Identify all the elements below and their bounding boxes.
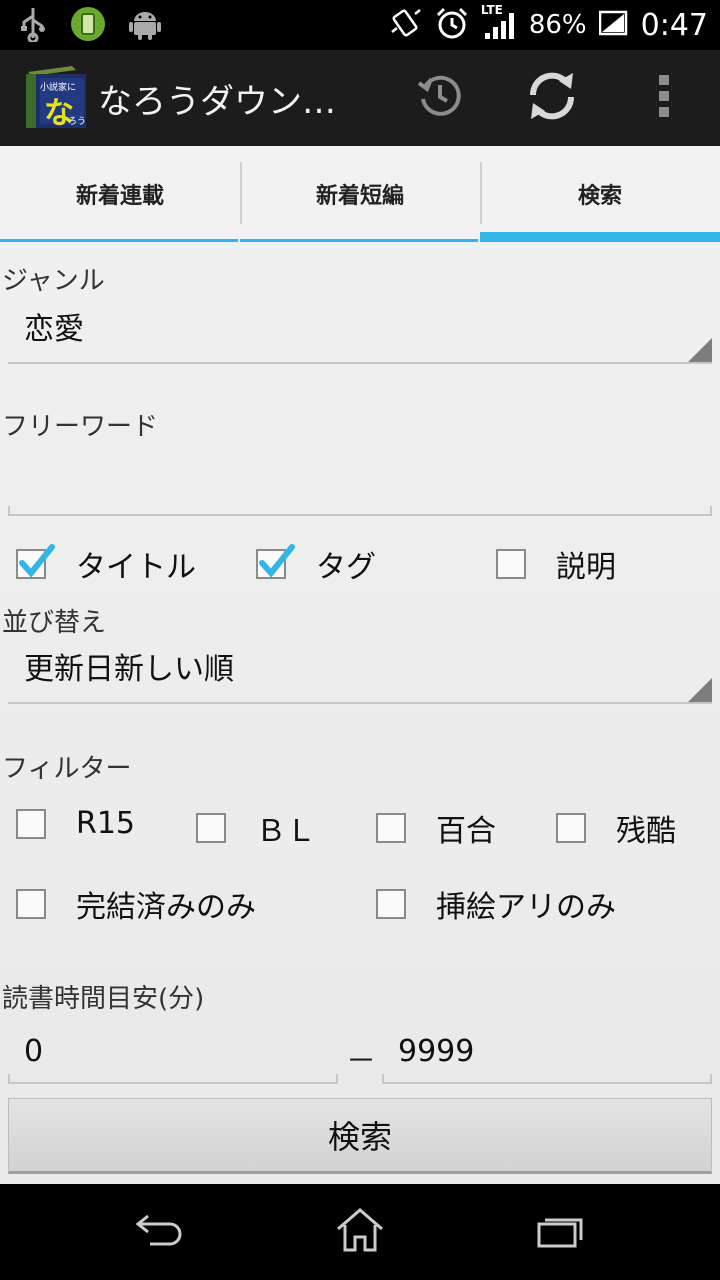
recent-apps-button[interactable] bbox=[500, 1184, 620, 1280]
checkbox-box[interactable] bbox=[556, 813, 586, 843]
status-bar: LTE 86% 0:47 bbox=[0, 0, 720, 50]
navigation-bar bbox=[0, 1184, 720, 1280]
history-button[interactable] bbox=[392, 50, 488, 146]
search-button[interactable]: 検索 bbox=[8, 1098, 712, 1174]
android-icon bbox=[128, 7, 162, 45]
app-logo-text-sub: ろう bbox=[68, 117, 87, 127]
more-vertical-icon bbox=[657, 73, 671, 123]
action-bar: 小説家に な ろう なろうダウン… bbox=[0, 50, 720, 146]
app-title: なろうダウン… bbox=[98, 82, 336, 122]
dropdown-triangle-icon bbox=[688, 338, 712, 362]
battery-percent: 86% bbox=[528, 10, 587, 40]
back-button[interactable] bbox=[100, 1184, 220, 1280]
checkbox-box[interactable] bbox=[16, 808, 46, 839]
freeword-input[interactable] bbox=[8, 452, 712, 516]
range-separator: － bbox=[346, 1044, 376, 1079]
tab-label: 検索 bbox=[577, 184, 622, 209]
app-notification-icon bbox=[70, 6, 106, 46]
filter-cruel[interactable]: 残酷 bbox=[556, 806, 676, 850]
checkbox-box[interactable] bbox=[256, 544, 295, 579]
battery-icon bbox=[598, 10, 629, 40]
home-button[interactable] bbox=[300, 1184, 420, 1280]
reading-time-min-input[interactable]: 0 bbox=[8, 1020, 338, 1084]
usb-icon bbox=[18, 6, 48, 46]
tab-label: 新着連載 bbox=[75, 184, 164, 209]
filter-r15[interactable]: R15 bbox=[16, 806, 135, 841]
checkbox-description[interactable]: 説明 bbox=[496, 542, 616, 586]
checkbox-box[interactable] bbox=[16, 889, 46, 919]
back-icon bbox=[134, 1210, 186, 1254]
reading-time-max-input[interactable]: 9999 bbox=[382, 1020, 712, 1084]
refresh-icon bbox=[525, 69, 579, 127]
genre-spinner[interactable]: 恋愛 bbox=[8, 292, 712, 364]
alarm-icon bbox=[435, 6, 469, 44]
tab-search[interactable]: 検索 bbox=[480, 146, 720, 242]
checkbox-title[interactable]: タイトル bbox=[16, 542, 196, 586]
checkbox-tag[interactable]: タグ bbox=[256, 542, 376, 586]
genre-value: 恋愛 bbox=[24, 312, 84, 347]
clock: 0:47 bbox=[640, 7, 708, 43]
recent-apps-icon bbox=[535, 1210, 585, 1254]
tab-bar: 新着連載 新着短編 検索 bbox=[0, 146, 720, 242]
filter-label: フィルター bbox=[2, 754, 132, 784]
checkbox-box[interactable] bbox=[196, 813, 226, 843]
tab-label: 新着短編 bbox=[315, 184, 404, 209]
checkbox-box[interactable] bbox=[376, 889, 406, 919]
freeword-label: フリーワード bbox=[2, 412, 159, 442]
app-logo[interactable]: 小説家に な ろう bbox=[22, 66, 88, 131]
checkbox-box[interactable] bbox=[376, 813, 406, 843]
filter-illustrated-only[interactable]: 挿絵アリのみ bbox=[376, 882, 616, 926]
search-form: ジャンル 恋愛 フリーワード タイトル タグ 説明 並び替え 更新日新しい順 フ… bbox=[0, 242, 720, 1184]
home-icon bbox=[335, 1207, 385, 1257]
dropdown-triangle-icon bbox=[688, 678, 712, 702]
checkbox-box[interactable] bbox=[16, 544, 55, 579]
signal-icon: LTE bbox=[480, 3, 517, 45]
filter-completed-only[interactable]: 完結済みのみ bbox=[16, 882, 256, 926]
filter-bl[interactable]: ＢＬ bbox=[196, 806, 316, 850]
reading-time-label: 読書時間目安(分) bbox=[2, 984, 205, 1014]
checkbox-box[interactable] bbox=[496, 549, 526, 579]
filter-yuri[interactable]: 百合 bbox=[376, 806, 496, 850]
network-type-label: LTE bbox=[480, 3, 503, 17]
overflow-menu-button[interactable] bbox=[616, 50, 712, 146]
sort-spinner[interactable]: 更新日新しい順 bbox=[8, 632, 712, 704]
sort-value: 更新日新しい順 bbox=[24, 652, 234, 687]
vibrate-icon bbox=[389, 6, 423, 44]
history-icon bbox=[417, 73, 463, 123]
tab-new-short[interactable]: 新着短編 bbox=[240, 146, 480, 242]
refresh-button[interactable] bbox=[504, 50, 600, 146]
tab-new-serial[interactable]: 新着連載 bbox=[0, 146, 240, 242]
